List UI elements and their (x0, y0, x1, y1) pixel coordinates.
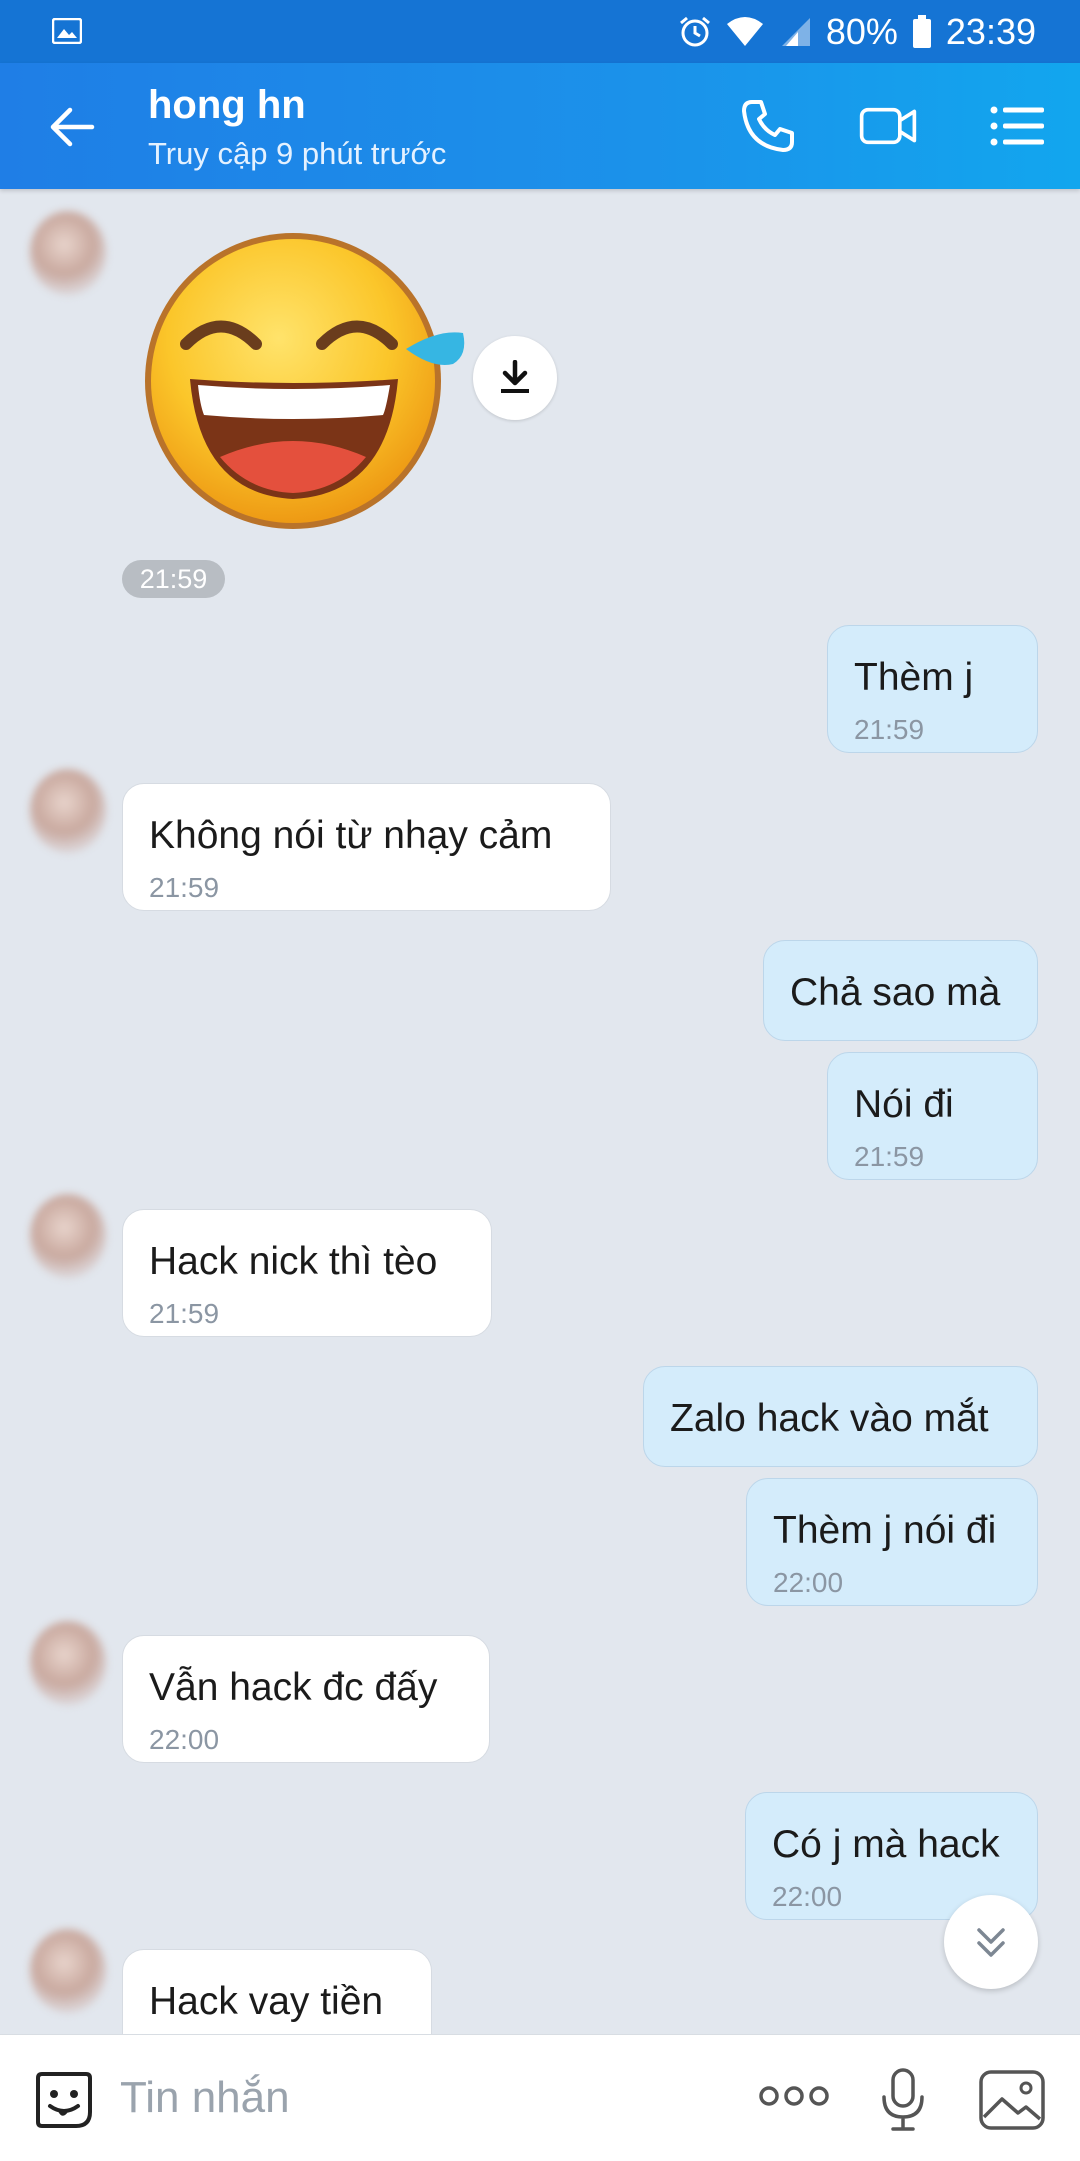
message-composer (0, 2034, 1080, 2161)
scroll-to-bottom-button[interactable] (944, 1895, 1038, 1989)
incoming-message[interactable]: Không nói từ nhạy cảm 21:59 (122, 783, 611, 911)
image-icon (52, 18, 82, 44)
sticker-icon[interactable] (32, 2068, 96, 2132)
outgoing-message[interactable]: Nói đi 21:59 (827, 1052, 1038, 1180)
avatar[interactable] (30, 1194, 106, 1278)
more-icon[interactable] (758, 2081, 830, 2111)
contact-name[interactable]: hong hn (148, 83, 306, 128)
message-text: Không nói từ nhạy cảm (149, 814, 553, 857)
battery-percent: 80% (825, 10, 898, 52)
wifi-icon (726, 16, 763, 46)
outgoing-message[interactable]: Thèm j nói đi 22:00 (746, 1478, 1038, 1606)
download-button[interactable] (473, 336, 557, 420)
outgoing-message[interactable]: Thèm j 21:59 (827, 625, 1038, 753)
incoming-message[interactable]: Vẫn hack đc đấy 22:00 (122, 1635, 490, 1763)
message-text: Hack vay tiền (149, 1980, 384, 2023)
outgoing-message[interactable]: Chả sao mà (763, 940, 1038, 1041)
phone-icon[interactable] (738, 96, 798, 156)
last-seen-status: Truy cập 9 phút trước (148, 136, 447, 171)
download-icon (501, 360, 529, 393)
message-time: 22:00 (773, 1567, 844, 1598)
avatar[interactable] (30, 1929, 106, 2013)
message-time: 21:59 (149, 1298, 220, 1329)
message-text: Có j mà hack (772, 1823, 1000, 1866)
message-time: 22:00 (149, 1724, 220, 1755)
alarm-icon (679, 16, 710, 46)
message-input[interactable] (120, 2065, 720, 2131)
message-list[interactable]: 21:59 Thèm j 21:59 Không nói từ nhạy cảm… (0, 189, 1080, 2034)
battery-icon (912, 14, 931, 48)
mic-icon[interactable] (878, 2067, 928, 2133)
outgoing-message[interactable]: Zalo hack vào mắt (643, 1366, 1038, 1467)
video-call-icon[interactable] (858, 96, 918, 156)
chat-header: hong hn Truy cập 9 phút trước (0, 63, 1080, 189)
status-bar: 80% 23:39 (0, 0, 1080, 63)
message-text: Hack nick thì tèo (149, 1240, 438, 1283)
message-text: Thèm j (854, 656, 974, 699)
clock: 23:39 (945, 10, 1036, 52)
back-arrow-icon[interactable] (44, 99, 100, 155)
message-text: Vẫn hack đc đấy (149, 1666, 438, 1709)
menu-list-icon[interactable] (988, 96, 1048, 156)
incoming-message[interactable]: Hack vay tiền (122, 1949, 432, 2034)
sticker-timestamp: 21:59 (122, 560, 225, 598)
message-time: 21:59 (854, 1141, 925, 1172)
avatar[interactable] (30, 211, 106, 295)
message-time: 21:59 (149, 872, 220, 903)
gallery-icon[interactable] (978, 2069, 1046, 2131)
message-text: Chả sao mà (790, 971, 1001, 1014)
laughing-emoji-sticker[interactable] (138, 229, 468, 539)
message-text: Zalo hack vào mắt (670, 1397, 989, 1440)
message-text: Thèm j nói đi (773, 1509, 997, 1552)
avatar[interactable] (30, 769, 106, 853)
incoming-message[interactable]: Hack nick thì tèo 21:59 (122, 1209, 492, 1337)
message-text: Nói đi (854, 1083, 954, 1126)
message-time: 22:00 (772, 1881, 843, 1912)
signal-icon (781, 17, 810, 46)
scroll-down-icon (977, 1928, 1005, 1957)
avatar[interactable] (30, 1621, 106, 1705)
message-time: 21:59 (854, 714, 925, 745)
